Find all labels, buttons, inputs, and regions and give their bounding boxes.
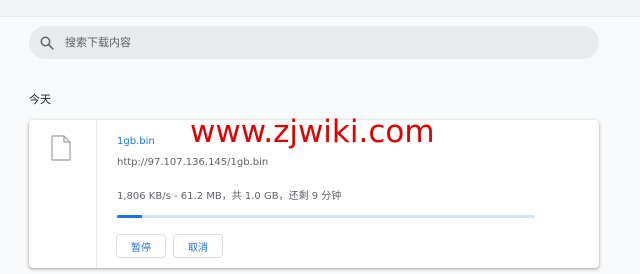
- pause-button[interactable]: 暂停: [116, 234, 166, 258]
- top-strip: [0, 0, 640, 17]
- download-status: 1,806 KB/s - 61.2 MB，共 1.0 GB，还剩 9 分钟: [117, 191, 342, 202]
- search-bar[interactable]: [29, 26, 599, 59]
- file-name-link[interactable]: 1gb.bin: [117, 136, 155, 147]
- search-input[interactable]: [65, 26, 585, 59]
- progress-bar: [117, 215, 535, 218]
- search-icon: [40, 36, 54, 50]
- file-icon-panel: [29, 120, 97, 268]
- file-icon: [51, 135, 71, 161]
- date-section-label: 今天: [29, 93, 51, 106]
- file-url[interactable]: http://97.107.136.145/1gb.bin: [117, 157, 268, 168]
- cancel-button[interactable]: 取消: [173, 234, 223, 258]
- download-card: 1gb.bin http://97.107.136.145/1gb.bin 1,…: [29, 120, 599, 268]
- progress-fill: [117, 215, 143, 218]
